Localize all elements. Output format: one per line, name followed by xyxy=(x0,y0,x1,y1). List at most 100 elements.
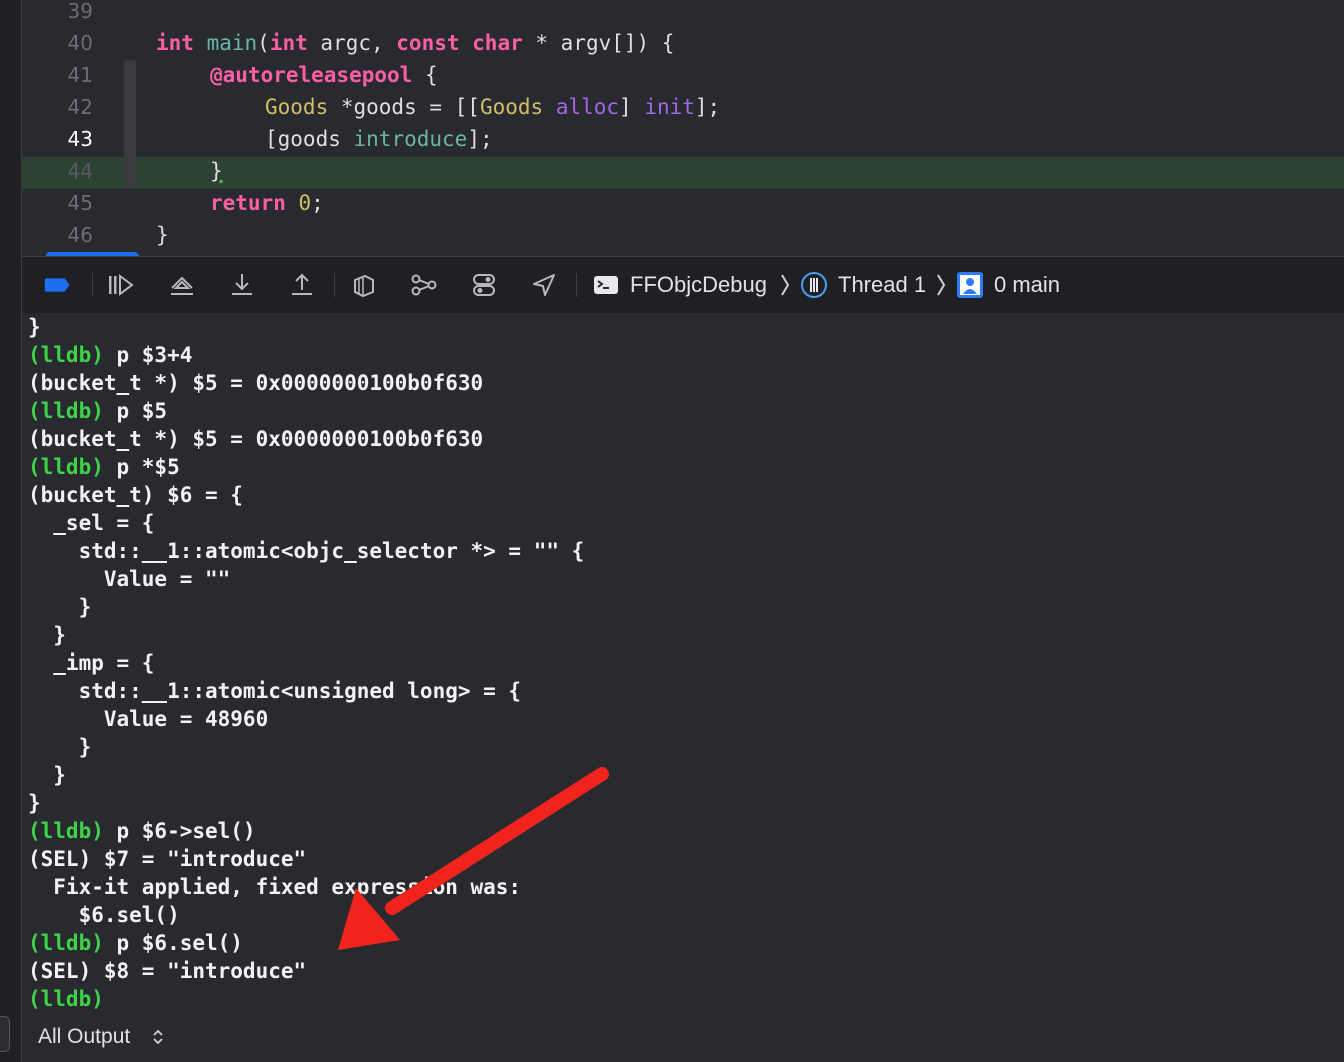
console-line: } xyxy=(28,789,41,817)
line-number: 41 xyxy=(67,63,93,87)
continue-icon[interactable] xyxy=(106,271,134,299)
lldb-prompt: (lldb) xyxy=(28,819,104,843)
code-text: int main(int argc, const char * argv[]) … xyxy=(156,31,675,55)
thread-name[interactable]: Thread 1 xyxy=(838,257,926,313)
console-line: $6.sel() xyxy=(28,901,180,929)
code-folding-ribbon[interactable] xyxy=(124,60,136,188)
code-text: } xyxy=(156,223,169,247)
console-line: Fix-it applied, fixed expression was: xyxy=(28,873,521,901)
line-number: 44 xyxy=(67,159,93,183)
line-number: 39 xyxy=(67,0,93,23)
lldb-prompt: (lldb) xyxy=(28,987,104,1011)
console-text: } xyxy=(28,735,92,759)
console-line: } xyxy=(28,313,41,341)
code-line: 40 int main(int argc, const char * argv[… xyxy=(22,29,1344,61)
step-into-icon[interactable] xyxy=(228,271,256,299)
breadcrumb-chevron-icon xyxy=(781,274,790,296)
console-line: } xyxy=(28,761,66,789)
lldb-console[interactable]: } (lldb) p $3+4 (bucket_t *) $5 = 0x000000… xyxy=(22,313,1344,1013)
console-line: (lldb) p $6.sel() xyxy=(28,929,243,957)
console-line: (SEL) $7 = "introduce" xyxy=(28,845,306,873)
console-line: (lldb) p *$5 xyxy=(28,453,180,481)
console-line: (lldb) p $5 xyxy=(28,397,167,425)
simulate-location-icon[interactable] xyxy=(530,271,558,299)
memory-graph-icon[interactable] xyxy=(410,271,438,299)
console-line: (lldb) xyxy=(28,985,104,1013)
console-text: (SEL) $7 = "introduce" xyxy=(28,847,307,871)
lldb-prompt: (lldb) xyxy=(28,399,104,423)
breakpoints-toggle-icon[interactable] xyxy=(44,271,72,299)
lldb-prompt: (lldb) xyxy=(28,931,104,955)
stack-frame-name[interactable]: 0 main xyxy=(994,257,1060,313)
line-number: 43 xyxy=(67,127,93,151)
line-number: 42 xyxy=(67,95,93,119)
console-text: Value = 48960 xyxy=(28,707,269,731)
process-name[interactable]: FFObjcDebug xyxy=(630,257,767,313)
console-text: } xyxy=(28,315,41,339)
console-line: (lldb) p $3+4 xyxy=(28,341,192,369)
code-text: [goods introduce]; xyxy=(265,127,493,151)
toolbar-separator xyxy=(92,273,93,297)
code-text: @autoreleasepool { xyxy=(210,63,438,87)
console-line: (bucket_t *) $5 = 0x0000000100b0f630 xyxy=(28,425,483,453)
code-line: 42 Goods *goods = [[Goods alloc] init]; xyxy=(22,93,1344,125)
step-out-icon[interactable] xyxy=(288,271,316,299)
toolbar-separator xyxy=(576,273,577,297)
console-text: std::__1::atomic<unsigned long> = { xyxy=(28,679,522,703)
console-text: Fix-it applied, fixed expression was: xyxy=(28,875,522,899)
line-number: 40 xyxy=(67,31,93,55)
code-text: } xyxy=(210,159,223,183)
console-text: std::__1::atomic<objc_selector *> = "" { xyxy=(28,539,585,563)
stack-frame-icon xyxy=(957,272,983,298)
source-editor[interactable]: 39 40 int main(int argc, const char * ar… xyxy=(22,0,1344,256)
panel-resize-handle[interactable] xyxy=(0,1016,10,1052)
code-line: 46 } xyxy=(22,221,1344,253)
thread-icon xyxy=(801,272,827,298)
console-line: } xyxy=(28,621,66,649)
console-line: (bucket_t *) $5 = 0x0000000100b0f630 xyxy=(28,369,483,397)
console-line: (SEL) $8 = "introduce" xyxy=(28,957,306,985)
lldb-prompt: (lldb) xyxy=(28,455,104,479)
debug-bar: FFObjcDebug Thread 1 0 main xyxy=(22,256,1344,314)
code-line: 41 @autoreleasepool { xyxy=(22,61,1344,93)
popup-chevron-icon[interactable] xyxy=(152,1028,164,1046)
console-text: p $5 xyxy=(103,399,168,423)
toolbar-separator xyxy=(334,273,335,297)
console-line: } xyxy=(28,593,92,621)
line-number: 45 xyxy=(67,191,93,215)
console-text: } xyxy=(28,623,66,647)
console-line: std::__1::atomic<unsigned long> = { xyxy=(28,677,522,705)
console-text: (bucket_t *) $5 = 0x0000000100b0f630 xyxy=(28,427,484,451)
output-filter-popup[interactable]: All Output xyxy=(38,1014,130,1060)
console-text: Value = "" xyxy=(28,567,231,591)
console-line: std::__1::atomic<objc_selector *> = "" { xyxy=(28,537,585,565)
code-text: return 0; xyxy=(210,191,324,215)
code-line: 43 [goods introduce]; xyxy=(22,125,1344,256)
console-footer: All Output xyxy=(22,1014,1344,1062)
console-text: _imp = { xyxy=(28,651,155,675)
view-hierarchy-icon[interactable] xyxy=(350,271,378,299)
console-text: p $6->sel() xyxy=(103,819,256,843)
current-execution-line: 44 } xyxy=(22,157,1344,189)
console-text: } xyxy=(28,763,66,787)
code-line: 45 return 0; xyxy=(22,189,1344,221)
console-text: $6.sel() xyxy=(28,903,180,927)
console-line: Value = 48960 xyxy=(28,705,268,733)
console-line: (bucket_t) $6 = { xyxy=(28,481,243,509)
console-text: p $6.sel() xyxy=(103,931,243,955)
code-line: 39 xyxy=(22,0,1344,29)
terminal-app-icon xyxy=(594,276,618,294)
console-line: } xyxy=(28,733,92,761)
console-text: } xyxy=(28,791,41,815)
console-text: (bucket_t *) $5 = 0x0000000100b0f630 xyxy=(28,371,484,395)
step-over-icon[interactable] xyxy=(168,271,196,299)
console-text: (SEL) $8 = "introduce" xyxy=(28,959,307,983)
lldb-prompt: (lldb) xyxy=(28,343,104,367)
console-text: } xyxy=(28,595,92,619)
console-line: (lldb) p $6->sel() xyxy=(28,817,256,845)
environment-overrides-icon[interactable] xyxy=(470,271,498,299)
console-text: p $3+4 xyxy=(103,343,193,367)
code-text: Goods *goods = [[Goods alloc] init]; xyxy=(265,95,721,119)
console-text: _sel = { xyxy=(28,511,155,535)
console-line: Value = "" xyxy=(28,565,230,593)
